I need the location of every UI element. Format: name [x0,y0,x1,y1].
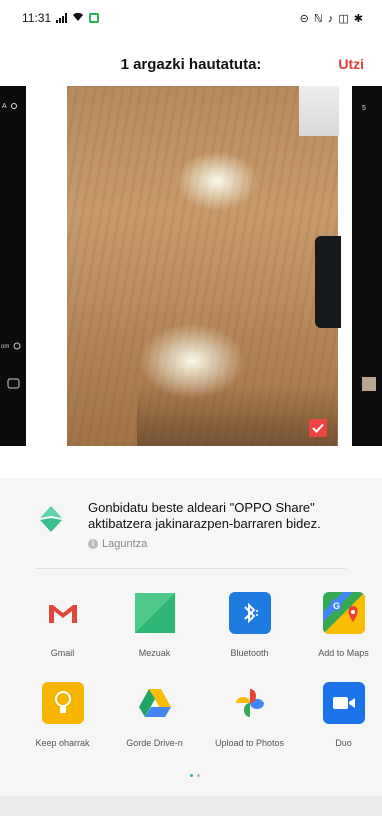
wifi-icon [72,11,84,25]
bluetooth-icon [228,592,271,634]
oppo-share-banner: Gonbidatu beste aldeari "OPPO Share" akt… [36,494,366,560]
selection-title: 1 argazki hautatuta: [120,56,262,73]
photo-phone-object [315,236,341,328]
help-label: Laguntza [102,538,148,550]
page-indicator [190,774,200,777]
svg-text:A: A [2,103,7,110]
share-app-messages[interactable]: Mezuak [107,592,202,658]
share-app-gmail[interactable]: Gmail [15,592,110,658]
share-app-bluetooth[interactable]: Bluetooth [202,592,297,658]
app-label: Bluetooth [230,648,269,658]
signal-icon [56,13,68,23]
navigation-bar [0,796,382,816]
status-right-icons: ⊝ ℕ ♪ ◫ ✱ [299,12,364,25]
cancel-button[interactable]: Utzi [338,56,364,72]
divider [36,568,346,569]
svg-text:5: 5 [362,105,366,112]
status-time: 11:31 [22,11,52,25]
app-label: Duo [335,738,352,748]
selection-header: 1 argazki hautatuta: Utzi [0,52,382,80]
status-left: 11:31 [22,11,100,25]
page-dot [197,774,200,777]
messages-icon [134,592,176,634]
duo-icon [322,682,365,724]
app-label: Add to Maps [318,648,369,658]
page-dot-active [190,774,193,777]
photos-icon [229,682,271,724]
app-label: Upload to Photos [214,738,285,748]
notification-app-icon [89,13,100,23]
app-label: Mezuak [138,648,171,658]
oppo-share-icon [36,504,66,534]
svg-text:G: G [333,601,340,611]
share-sheet: Gonbidatu beste aldeari "OPPO Share" akt… [0,478,382,816]
next-photo[interactable]: 5 [352,86,382,446]
photo-device-object [299,86,339,136]
photo-shadow [137,386,337,446]
oppo-share-message: Gonbidatu beste aldeari "OPPO Share" akt… [88,500,321,531]
photo-carousel[interactable]: A om 5 [0,86,382,446]
drive-icon [134,682,176,724]
selected-photo[interactable] [67,86,341,446]
keep-icon [41,682,84,724]
app-label: Gorde Drive-n [126,738,183,748]
gmail-icon [42,592,84,634]
app-label: Gmail [50,648,75,658]
photo-checkbox[interactable] [309,419,327,437]
info-icon: i [88,539,98,549]
app-label: Keep oharrak [35,738,90,748]
svg-text:om: om [1,344,9,350]
share-app-drive[interactable]: Gorde Drive-n [107,682,202,748]
share-app-photos[interactable]: Upload to Photos [202,682,297,748]
previous-photo[interactable]: A om [0,86,26,446]
checkmark-icon [312,423,324,433]
maps-icon: G [322,592,365,634]
share-app-duo[interactable]: Duo [296,682,382,748]
share-app-maps[interactable]: G Add to Maps [296,592,382,658]
status-bar: 11:31 ⊝ ℕ ♪ ◫ ✱ [0,0,382,36]
share-app-keep[interactable]: Keep oharrak [15,682,110,748]
help-link[interactable]: i Laguntza [88,538,147,550]
